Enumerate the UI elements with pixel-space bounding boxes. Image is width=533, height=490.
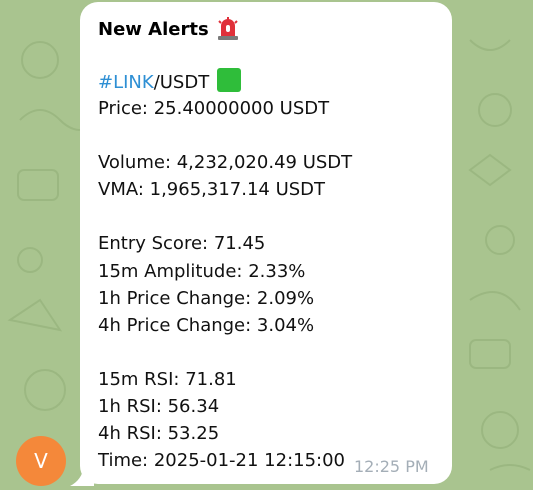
rsi-4h-line: 4h RSI: 53.25 bbox=[98, 423, 220, 444]
green-square-icon bbox=[217, 68, 242, 92]
rsi-15m-line: 15m RSI: 71.81 bbox=[98, 369, 237, 390]
message-timestamp: 12:25 PM bbox=[354, 457, 429, 476]
trading-pair: #LINK/USDT bbox=[98, 68, 242, 96]
message-header: New Alerts bbox=[98, 16, 239, 42]
pair-quote: /USDT bbox=[153, 72, 210, 93]
price-line: Price: 25.40000000 USDT bbox=[98, 98, 330, 119]
price-change-1h-line: 1h Price Change: 2.09% bbox=[98, 288, 315, 309]
price-change-4h-line: 4h Price Change: 3.04% bbox=[98, 315, 315, 336]
avatar[interactable]: V bbox=[16, 436, 66, 486]
amplitude-15m-line: 15m Amplitude: 2.33% bbox=[98, 261, 306, 282]
rsi-1h-line: 1h RSI: 56.34 bbox=[98, 396, 220, 417]
pair-hashtag-link[interactable]: #LINK bbox=[98, 72, 154, 93]
message-bubble: New Alerts #LINK/USDT Price: 25.40000000… bbox=[80, 2, 452, 484]
siren-icon bbox=[217, 17, 238, 40]
entry-score-line: Entry Score: 71.45 bbox=[98, 233, 266, 254]
message-title: New Alerts bbox=[98, 18, 209, 40]
vma-line: VMA: 1,965,317.14 USDT bbox=[98, 179, 326, 200]
volume-line: Volume: 4,232,020.49 USDT bbox=[98, 152, 353, 173]
time-line: Time: 2025-01-21 12:15:00 bbox=[98, 450, 346, 471]
